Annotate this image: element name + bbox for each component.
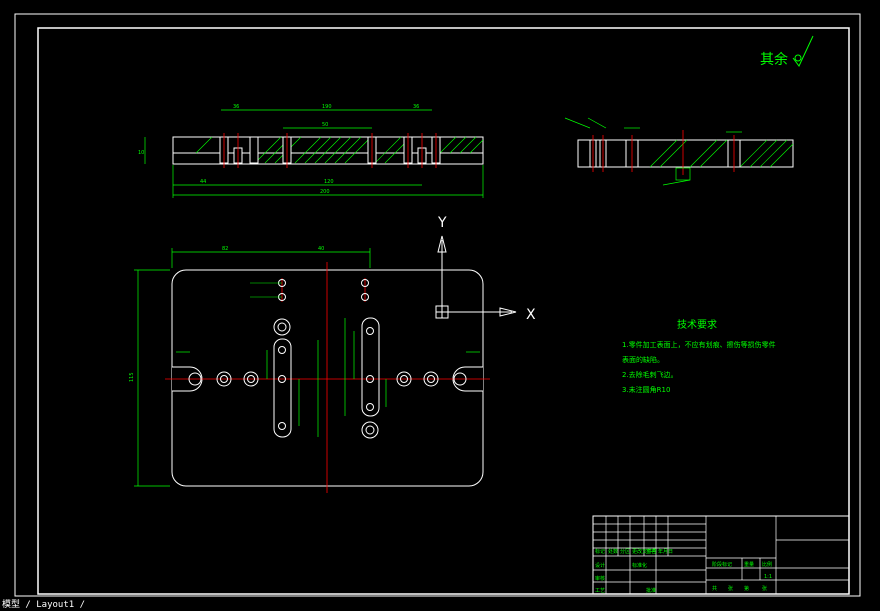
tb-label-weight: 重量	[744, 561, 754, 568]
tech-requirements-title: 技术要求	[677, 318, 717, 331]
status-bar: 模型 / Layout1 /	[0, 600, 880, 611]
svg-text:115: 115	[129, 372, 135, 382]
status-bar-text[interactable]: 模型 / Layout1 /	[2, 600, 85, 610]
tb-label-count: 处数	[608, 548, 618, 555]
roughness-text: 其余	[760, 51, 788, 68]
svg-text:120: 120	[324, 179, 334, 185]
tb-label-sign: 签名	[646, 548, 656, 555]
tech-requirement-line-1: 1.零件加工表面上，不应有划痕、擦伤等损伤零件	[622, 340, 776, 349]
title-block[interactable]: 标记 处数 分区 更改文件号 签名 年月日 设计 标准化 审核 工艺 批准 阶段…	[592, 515, 850, 595]
tb-label-approve: 批准	[646, 587, 656, 594]
plan-view[interactable]: 82 40 115	[129, 246, 490, 493]
sheet-outer-border	[14, 13, 861, 597]
tb-label-review: 审核	[595, 575, 605, 582]
tech-requirements: 技术要求 1.零件加工表面上，不应有划痕、擦伤等损伤零件 表面的缺陷。 2.去除…	[622, 318, 776, 394]
tb-label-total: 共	[712, 585, 717, 592]
tb-label-no: 第	[744, 585, 749, 592]
cad-drawing-canvas[interactable]: 其余 36 190 36 5044 120 20010 82 40 115 Y …	[0, 0, 880, 600]
tech-requirement-line-4: 3.未注圆角R10	[622, 385, 670, 394]
front-section-view[interactable]: 36 190 36 50 44 120 200 10	[138, 104, 484, 198]
tb-label-marking: 标记	[595, 548, 605, 555]
tech-requirement-line-2: 表面的缺陷。	[622, 355, 664, 364]
tb-scale-value: 1:1	[764, 574, 772, 580]
tb-label-design: 设计	[595, 562, 605, 569]
svg-text:44: 44	[200, 179, 206, 185]
svg-text:36: 36	[233, 104, 239, 110]
sheet-inner-border	[37, 27, 850, 595]
svg-text:50: 50	[322, 122, 328, 128]
tb-label-process: 工艺	[595, 588, 605, 594]
tb-label-stage: 阶段标记	[712, 561, 732, 568]
ucs-icon: Y X	[435, 215, 536, 323]
svg-text:10: 10	[138, 150, 144, 156]
tb-label-sheets-1: 张	[728, 585, 733, 592]
svg-text:200: 200	[320, 189, 330, 195]
side-section-view[interactable]	[564, 117, 794, 186]
roughness-symbol: 其余	[760, 35, 814, 68]
ucs-y-label: Y	[437, 215, 447, 231]
svg-text:190: 190	[322, 104, 332, 110]
tech-requirement-line-3: 2.去除毛刺飞边。	[622, 370, 678, 379]
tb-label-zone: 分区	[620, 548, 630, 555]
tb-label-sheets-2: 张	[762, 585, 767, 592]
svg-text:82: 82	[222, 246, 228, 252]
tb-label-standard: 标准化	[632, 562, 647, 569]
svg-text:40: 40	[318, 246, 324, 252]
tb-label-date: 年月日	[658, 548, 673, 555]
tb-label-scale: 比例	[762, 561, 772, 568]
ucs-x-label: X	[526, 307, 536, 323]
svg-text:36: 36	[413, 104, 419, 110]
